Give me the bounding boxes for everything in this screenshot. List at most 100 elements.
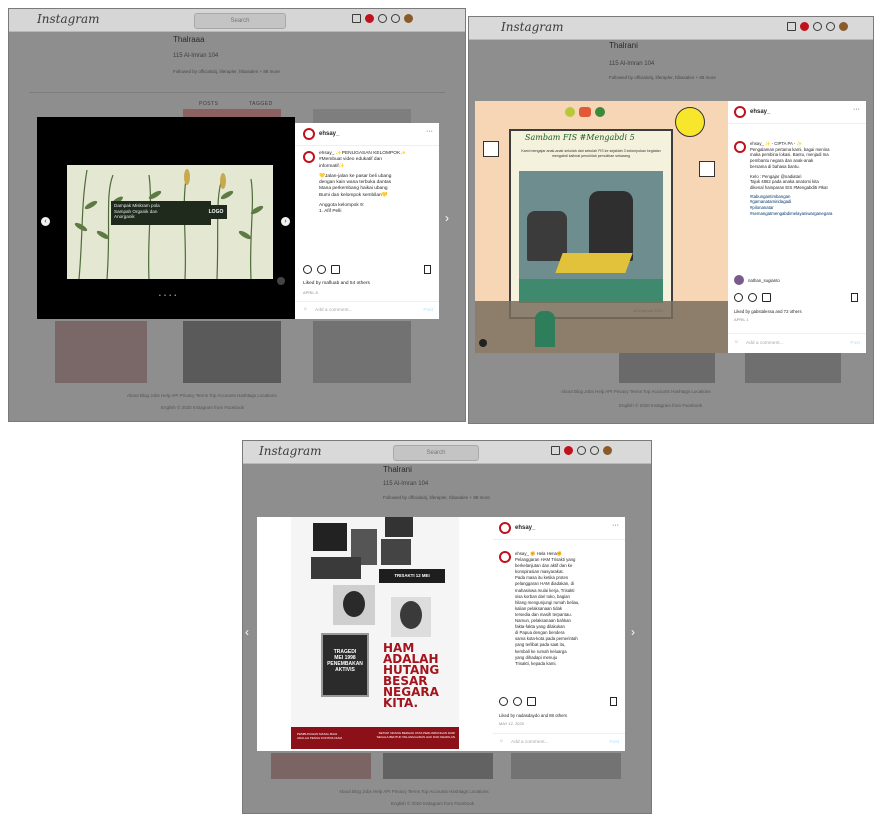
previous-post-icon[interactable]: ‹: [245, 625, 249, 639]
comment-icon[interactable]: [317, 265, 326, 274]
avatar[interactable]: [734, 141, 746, 153]
emoji-icon[interactable]: ☺: [303, 307, 308, 312]
post-media[interactable]: Sambam FIS #Mengabdi 5 Kami mengajar ana…: [475, 101, 728, 353]
comment-input[interactable]: Add a comment...: [746, 341, 784, 346]
tag-icon[interactable]: [479, 339, 487, 347]
more-options-icon[interactable]: ···: [426, 128, 433, 135]
instagram-logo[interactable]: Instagram: [501, 20, 564, 34]
chevron-left-icon[interactable]: ‹: [41, 217, 50, 226]
profile-avatar-icon[interactable]: [839, 22, 848, 31]
username[interactable]: ehsay_: [515, 525, 535, 531]
more-options-icon[interactable]: ···: [612, 522, 619, 529]
grid-post[interactable]: [619, 353, 715, 383]
explore-icon[interactable]: [378, 14, 387, 23]
heart-icon[interactable]: [590, 446, 599, 455]
comment-input[interactable]: Add a comment...: [511, 740, 549, 745]
avatar[interactable]: [499, 522, 511, 534]
explore-icon[interactable]: [577, 446, 586, 455]
grid-post[interactable]: [183, 321, 281, 383]
followed-by[interactable]: Followed by officialubj, liferapler, hib…: [609, 75, 716, 80]
direct-message-icon[interactable]: [564, 446, 573, 455]
emoji-icon[interactable]: ☺: [734, 340, 739, 345]
heart-icon[interactable]: [826, 22, 835, 31]
photo-collage: [381, 539, 411, 565]
next-post-icon[interactable]: ›: [631, 625, 635, 639]
avatar[interactable]: [499, 551, 511, 563]
post-actions: [734, 293, 771, 302]
grid-post[interactable]: [511, 753, 621, 779]
profile-avatar-icon[interactable]: [603, 446, 612, 455]
username[interactable]: ehsay_: [750, 109, 770, 115]
like-icon[interactable]: [303, 265, 312, 274]
home-icon[interactable]: [787, 22, 796, 31]
post-media[interactable]: Dampak Miskram pola Sampah Organik dan A…: [37, 117, 295, 319]
emoji-icon[interactable]: ☺: [499, 739, 504, 744]
likes-count[interactable]: Liked by mafluab and 54 others: [303, 281, 370, 286]
profile-avatar-icon[interactable]: [404, 14, 413, 23]
bookmark-icon[interactable]: [424, 265, 431, 274]
search-input[interactable]: Search: [194, 13, 286, 29]
post-button[interactable]: Post: [423, 308, 433, 313]
direct-message-icon[interactable]: [800, 22, 809, 31]
like-icon[interactable]: [499, 697, 508, 706]
headline-line: KITA.: [383, 696, 419, 710]
caption-line: Trisakti, kepada kami.: [515, 660, 557, 666]
instagram-logo[interactable]: Instagram: [37, 12, 100, 26]
tag-icon[interactable]: [277, 277, 285, 285]
screenshot-2: Instagram Thalrani 115 Al-Imran 104 Foll…: [468, 16, 874, 424]
followed-by[interactable]: Followed by officialubj, liferapler, hib…: [173, 69, 280, 74]
profile-bio: 115 Al-Imran 104: [173, 53, 219, 59]
share-icon[interactable]: [331, 265, 340, 274]
comment-icon[interactable]: [513, 697, 522, 706]
avatar[interactable]: [303, 151, 315, 163]
commenter-name[interactable]: nathan_sugianto: [748, 278, 780, 283]
grid-post[interactable]: [383, 753, 493, 779]
footer-links[interactable]: About Blog Jobs Help API Privacy Terms T…: [339, 789, 489, 794]
comment-icon[interactable]: [748, 293, 757, 302]
face-illustration: [400, 601, 422, 629]
footer-links[interactable]: About Blog Jobs Help API Privacy Terms T…: [561, 389, 711, 394]
post-button[interactable]: Post: [850, 341, 860, 346]
next-post-icon[interactable]: ›: [445, 211, 449, 225]
comment-input[interactable]: Add a comment...: [315, 308, 353, 313]
like-icon[interactable]: [734, 293, 743, 302]
direct-message-icon[interactable]: [365, 14, 374, 23]
tab-posts[interactable]: POSTS: [199, 101, 218, 107]
likes-count[interactable]: Liked by gabstalessa and 72 others: [734, 309, 802, 314]
explore-icon[interactable]: [813, 22, 822, 31]
poster-footer: PEMBUNUHAN MASAL BAGI ADALAH PENUH KONTR…: [291, 727, 459, 749]
post-header: ehsay_ ···: [728, 101, 866, 124]
instagram-logo[interactable]: Instagram: [259, 444, 322, 458]
hashtag-link[interactable]: #semangatmengabdimelayaniwarganegara: [750, 211, 860, 217]
grid-post[interactable]: [55, 321, 147, 383]
grid-post[interactable]: [745, 353, 841, 383]
profile-name: Thalrani: [609, 41, 638, 50]
followed-by[interactable]: Followed by officialubj, liferapler, hib…: [383, 495, 490, 500]
home-icon[interactable]: [551, 446, 560, 455]
grid-post[interactable]: [271, 753, 371, 779]
bookmark-icon[interactable]: [610, 697, 617, 706]
bookmark-icon[interactable]: [851, 293, 858, 302]
likes-count[interactable]: Liked by nadasdaydo and 88 others: [499, 713, 567, 718]
avatar[interactable]: [734, 275, 744, 285]
username[interactable]: ehsay_: [319, 131, 339, 137]
profile-name: Thalrani: [383, 465, 412, 474]
post-sidebar: ehsay_ ··· ehsay_ ✨PENUGASAN KELOMPOK✨ #…: [295, 123, 439, 319]
share-icon[interactable]: [762, 293, 771, 302]
search-input[interactable]: Search: [393, 445, 479, 461]
top-bar: Instagram Search: [243, 441, 651, 464]
grid-post[interactable]: [313, 321, 411, 383]
more-options-icon[interactable]: ···: [853, 106, 860, 113]
share-icon[interactable]: [527, 697, 536, 706]
grid-post[interactable]: [313, 109, 411, 123]
chevron-right-icon[interactable]: ›: [281, 217, 290, 226]
home-icon[interactable]: [352, 14, 361, 23]
post-media[interactable]: TRISAKTI 12 MEI TRAGEDI MEI 1998 PENEMBA…: [257, 517, 493, 751]
post-button[interactable]: Post: [609, 740, 619, 745]
tab-tagged[interactable]: TAGGED: [249, 101, 273, 107]
footer-links[interactable]: About Blog Jobs Help API Privacy Terms T…: [127, 393, 277, 398]
avatar[interactable]: [734, 106, 746, 118]
post-date: APRIL 8: [303, 290, 318, 295]
avatar[interactable]: [303, 128, 315, 140]
heart-icon[interactable]: [391, 14, 400, 23]
